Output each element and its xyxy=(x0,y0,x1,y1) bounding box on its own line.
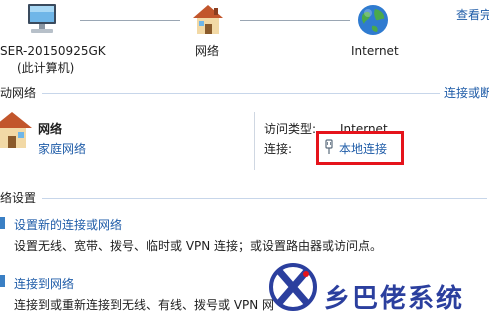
vertical-divider xyxy=(254,112,255,170)
see-full-map-link[interactable]: 查看完 xyxy=(456,7,489,23)
setup-new-connection-desc: 设置无线、宽带、拨号、临时或 VPN 连接；或设置路由器或访问点。 xyxy=(14,239,383,253)
section-divider xyxy=(42,93,440,94)
settings-section-title: 络设置 xyxy=(0,191,37,205)
network-label: 网络 xyxy=(195,44,220,58)
connection-label: 连接: xyxy=(264,142,293,156)
connect-to-network-link[interactable]: 连接到网络 xyxy=(14,276,74,292)
setup-new-connection-link[interactable]: 设置新的连接或网络 xyxy=(14,217,122,233)
highlight-box xyxy=(316,131,404,165)
watermark-logo-icon xyxy=(268,262,318,312)
network-type-link[interactable]: 家庭网络 xyxy=(38,141,86,157)
map-connector-line xyxy=(80,20,180,21)
computer-name: SER-20150925GK xyxy=(0,44,106,58)
active-networks-title: 动网络 xyxy=(0,86,37,100)
connect-network-icon xyxy=(0,273,6,289)
connect-disconnect-link[interactable]: 连接或断 xyxy=(444,85,489,101)
internet-label: Internet xyxy=(351,44,399,58)
home-network-icon[interactable] xyxy=(190,2,226,38)
computer-icon[interactable] xyxy=(22,2,62,38)
home-network-icon xyxy=(0,110,34,152)
computer-note: (此计算机) xyxy=(17,61,75,75)
connect-to-network-desc: 连接到或重新连接到无线、有线、拨号或 VPN 网 xyxy=(14,298,275,312)
section-divider xyxy=(42,198,487,199)
map-connector-line xyxy=(240,20,350,21)
watermark-text: 乡巴佬系统 xyxy=(324,284,465,314)
access-type-label: 访问类型: xyxy=(264,122,317,136)
network-name: 网络 xyxy=(38,122,63,136)
globe-icon[interactable] xyxy=(355,2,391,38)
new-connection-icon xyxy=(0,215,6,231)
